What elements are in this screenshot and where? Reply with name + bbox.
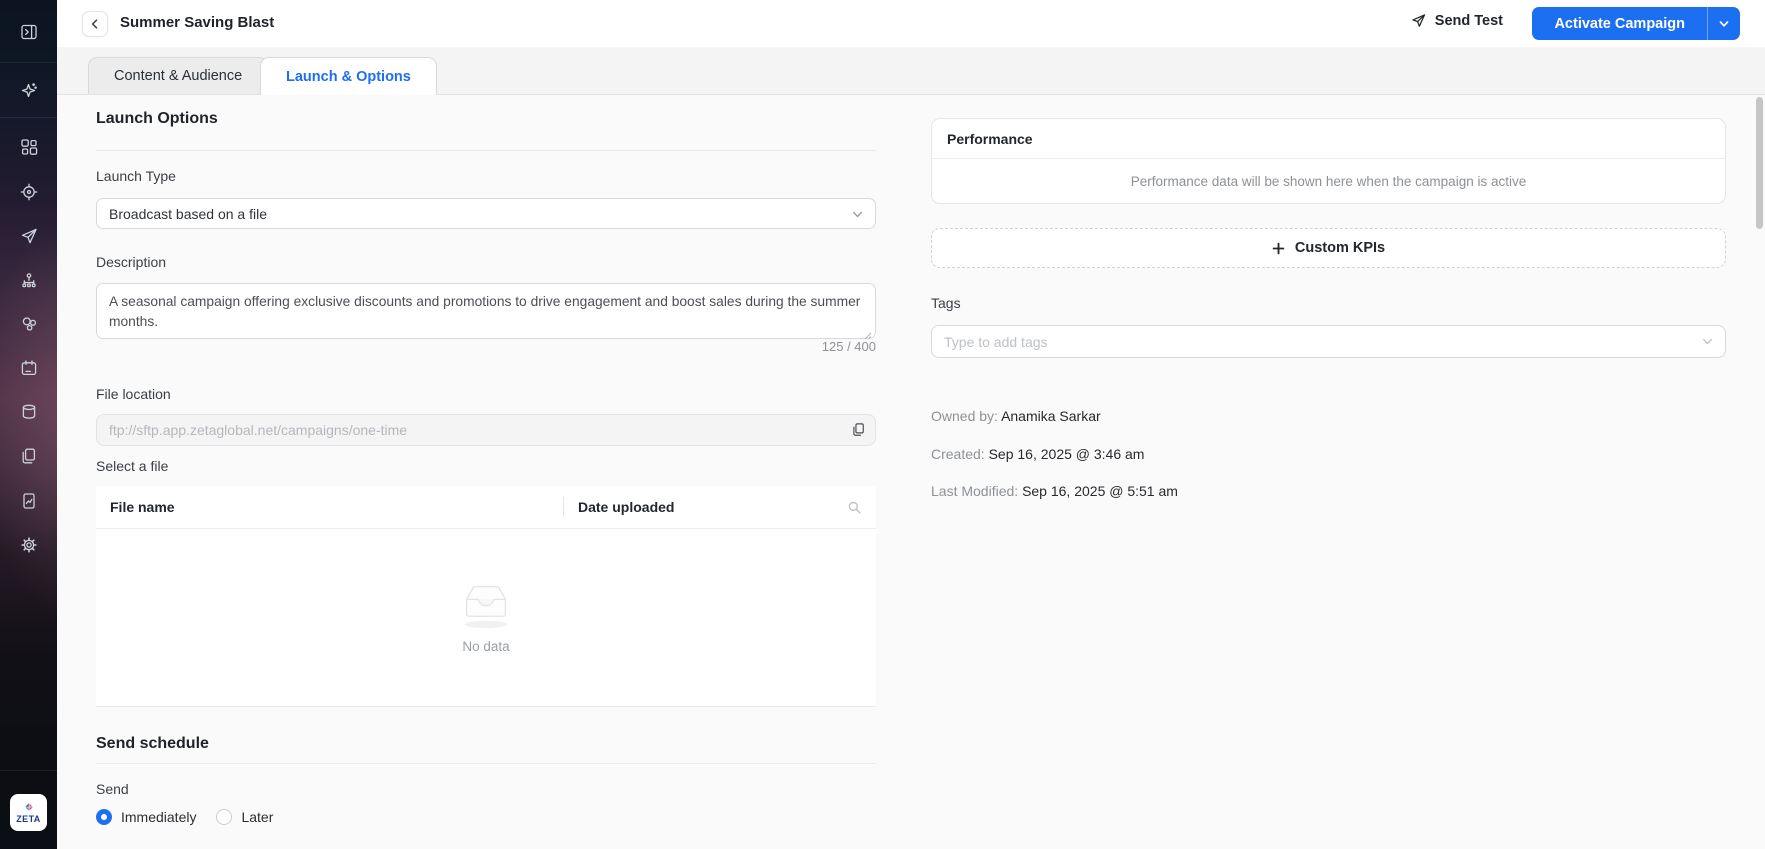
main-sidebar: ZETA: [0, 0, 57, 849]
collapse-sidebar-icon[interactable]: [0, 20, 57, 44]
modified-value: Sep 16, 2025 @ 5:51 am: [1022, 483, 1178, 499]
launch-type-label: Launch Type: [96, 168, 176, 184]
calendar-icon[interactable]: [0, 356, 57, 380]
file-table-empty-state: No data: [96, 529, 876, 707]
performance-heading: Performance: [932, 119, 1725, 159]
sidebar-separator: [0, 770, 57, 771]
send-schedule-heading: Send schedule: [96, 735, 209, 753]
section-divider: [96, 763, 876, 764]
modified-label: Last Modified:: [931, 483, 1018, 499]
page-title: Summer Saving Blast: [120, 14, 274, 31]
app-window: ZETA Summer Saving Blast Send Test Activ…: [0, 0, 1765, 849]
scrollbar-thumb[interactable]: [1756, 97, 1763, 229]
zeta-logo-text: ZETA: [16, 814, 40, 824]
send-test-button[interactable]: Send Test: [1410, 12, 1503, 29]
tab-content-audience[interactable]: Content & Audience: [88, 57, 268, 94]
radio-immediately-label: Immediately: [121, 809, 196, 825]
tab-bar: Content & Audience Launch & Options: [57, 47, 1765, 95]
section-divider: [96, 150, 876, 151]
data-icon[interactable]: [0, 400, 57, 424]
launch-options-panel: Launch Options Launch Type Broadcast bas…: [96, 95, 876, 849]
created-value: Sep 16, 2025 @ 3:46 am: [989, 446, 1145, 462]
char-counter: 125 / 400: [822, 339, 876, 354]
select-file-label: Select a file: [96, 458, 168, 474]
activate-campaign-caret-button[interactable]: [1707, 7, 1740, 40]
zeta-logo[interactable]: ZETA: [10, 794, 47, 831]
radio-later-label: Later: [241, 809, 273, 825]
file-location-input: [96, 414, 876, 446]
file-location-field: [96, 414, 876, 446]
created-row: Created: Sep 16, 2025 @ 3:46 am: [931, 446, 1144, 462]
performance-empty-text: Performance data will be shown here when…: [932, 159, 1725, 203]
file-table-header: File name Date uploaded: [96, 486, 876, 529]
custom-kpis-button[interactable]: Custom KPIs: [931, 228, 1726, 268]
tab-launch-options[interactable]: Launch & Options: [260, 57, 437, 95]
radio-immediately[interactable]: Immediately: [96, 809, 196, 825]
radio-later[interactable]: Later: [216, 809, 273, 825]
column-header-file-name: File name: [96, 499, 563, 515]
settings-icon[interactable]: [0, 533, 57, 557]
send-label: Send: [96, 781, 129, 797]
plus-icon: [1272, 242, 1285, 255]
search-icon[interactable]: [847, 500, 862, 515]
chevron-left-icon: [89, 18, 101, 30]
sidebar-separator: [0, 62, 57, 63]
dashboard-icon[interactable]: [0, 135, 57, 159]
chevron-down-icon: [1701, 335, 1714, 353]
activate-campaign-button-group: Activate Campaign: [1532, 7, 1740, 40]
tags-field: [931, 325, 1726, 358]
radio-selected-icon: [96, 809, 112, 825]
reports-icon[interactable]: [0, 489, 57, 513]
column-header-date-uploaded: Date uploaded: [564, 499, 847, 515]
zeta-diamond-icon: [21, 801, 37, 814]
top-header: Summer Saving Blast Send Test Activate C…: [57, 0, 1765, 47]
paper-plane-icon: [1410, 12, 1427, 29]
send-test-label: Send Test: [1435, 13, 1503, 29]
activate-campaign-button[interactable]: Activate Campaign: [1532, 7, 1707, 40]
journeys-icon[interactable]: [0, 269, 57, 293]
owned-by-row: Owned by: Anamika Sarkar: [931, 408, 1101, 424]
campaigns-icon[interactable]: [0, 224, 57, 248]
assets-icon[interactable]: [0, 444, 57, 468]
custom-kpis-label: Custom KPIs: [1295, 240, 1385, 256]
back-button[interactable]: [82, 11, 108, 37]
chevron-down-icon: [1718, 18, 1730, 30]
owned-by-value: Anamika Sarkar: [1001, 408, 1101, 424]
audiences-icon[interactable]: [0, 312, 57, 336]
launch-options-heading: Launch Options: [96, 110, 218, 128]
no-data-text: No data: [462, 639, 509, 654]
tags-label: Tags: [931, 295, 961, 311]
ai-assistant-icon[interactable]: [0, 78, 57, 102]
campaign-summary-panel: Performance Performance data will be sho…: [931, 95, 1726, 849]
empty-inbox-icon: [458, 582, 514, 629]
tags-input[interactable]: [931, 325, 1726, 358]
launch-type-value: Broadcast based on a file: [109, 206, 267, 222]
description-textarea[interactable]: A seasonal campaign offering exclusive d…: [96, 283, 876, 339]
send-options: Immediately Later: [96, 809, 273, 825]
performance-card: Performance Performance data will be sho…: [931, 118, 1726, 204]
goals-icon[interactable]: [0, 180, 57, 204]
owned-by-label: Owned by:: [931, 408, 998, 424]
created-label: Created:: [931, 446, 985, 462]
launch-type-select[interactable]: Broadcast based on a file: [96, 198, 876, 229]
chevron-down-icon: [851, 208, 864, 224]
modified-row: Last Modified: Sep 16, 2025 @ 5:51 am: [931, 483, 1178, 499]
file-location-label: File location: [96, 386, 171, 402]
radio-unselected-icon: [216, 809, 232, 825]
sidebar-separator: [0, 117, 57, 118]
description-label: Description: [96, 254, 166, 270]
copy-icon[interactable]: [850, 421, 867, 443]
